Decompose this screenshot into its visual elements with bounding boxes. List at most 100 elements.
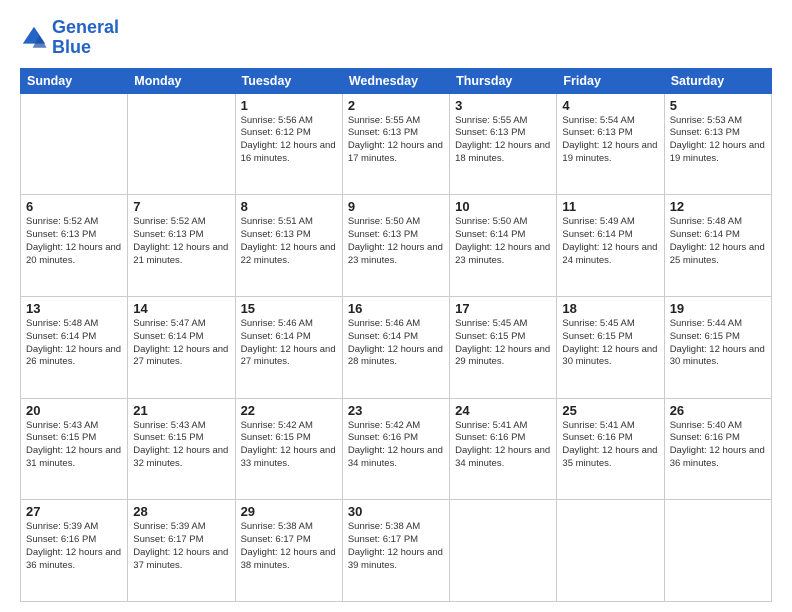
logo-text: General Blue: [52, 18, 119, 58]
day-info: Sunrise: 5:48 AMSunset: 6:14 PMDaylight:…: [26, 318, 122, 369]
day-number: 9: [348, 199, 444, 214]
day-info: Sunrise: 5:55 AMSunset: 6:13 PMDaylight:…: [348, 115, 444, 166]
calendar-cell: 19 Sunrise: 5:44 AMSunset: 6:15 PMDayligh…: [664, 296, 771, 398]
calendar-cell: 23Sunrise: 5:42 AMSunset: 6:16 PMDayligh…: [342, 398, 449, 500]
day-number: 10: [455, 199, 551, 214]
day-info: Sunrise: 5:50 AMSunset: 6:13 PMDaylight:…: [348, 216, 444, 267]
calendar-cell: 28 Sunrise: 5:39 AMSunset: 6:17 PMDayligh…: [128, 500, 235, 602]
calendar-header-sunday: Sunday: [21, 68, 128, 93]
calendar-table: SundayMondayTuesdayWednesdayThursdayFrid…: [20, 68, 772, 602]
calendar-week-3: 13Sunrise: 5:48 AMSunset: 6:14 PMDayligh…: [21, 296, 772, 398]
calendar-week-4: 20 Sunrise: 5:43 AMSunset: 6:15 PMDayligh…: [21, 398, 772, 500]
calendar-week-2: 6 Sunrise: 5:52 AMSunset: 6:13 PMDaylight…: [21, 195, 772, 297]
calendar-cell: 24 Sunrise: 5:41 AMSunset: 6:16 PMDayligh…: [450, 398, 557, 500]
day-number: 12: [670, 199, 766, 214]
header: General Blue: [20, 18, 772, 58]
calendar-cell: 14 Sunrise: 5:47 AMSunset: 6:14 PMDayligh…: [128, 296, 235, 398]
calendar-cell: 10 Sunrise: 5:50 AMSunset: 6:14 PMDayligh…: [450, 195, 557, 297]
calendar-cell: 30 Sunrise: 5:38 AMSunset: 6:17 PMDayligh…: [342, 500, 449, 602]
calendar-cell: 21 Sunrise: 5:43 AMSunset: 6:15 PMDayligh…: [128, 398, 235, 500]
day-number: 22: [241, 403, 337, 418]
logo: General Blue: [20, 18, 119, 58]
day-number: 16: [348, 301, 444, 316]
day-number: 21: [133, 403, 229, 418]
calendar-header-thursday: Thursday: [450, 68, 557, 93]
calendar-cell: 22 Sunrise: 5:42 AMSunset: 6:15 PMDayligh…: [235, 398, 342, 500]
day-number: 6: [26, 199, 122, 214]
day-info: Sunrise: 5:43 AMSunset: 6:15 PMDaylight:…: [26, 420, 122, 471]
day-number: 14: [133, 301, 229, 316]
calendar-cell: 18Sunrise: 5:45 AMSunset: 6:15 PMDayligh…: [557, 296, 664, 398]
calendar-header-friday: Friday: [557, 68, 664, 93]
calendar-header-row: SundayMondayTuesdayWednesdayThursdayFrid…: [21, 68, 772, 93]
day-number: 18: [562, 301, 658, 316]
calendar-cell: [450, 500, 557, 602]
calendar-cell: [128, 93, 235, 195]
calendar-cell: 9 Sunrise: 5:50 AMSunset: 6:13 PMDaylight…: [342, 195, 449, 297]
calendar-cell: 12 Sunrise: 5:48 AMSunset: 6:14 PMDayligh…: [664, 195, 771, 297]
day-number: 24: [455, 403, 551, 418]
calendar-cell: 13Sunrise: 5:48 AMSunset: 6:14 PMDayligh…: [21, 296, 128, 398]
calendar-header-tuesday: Tuesday: [235, 68, 342, 93]
day-number: 4: [562, 98, 658, 113]
day-info: Sunrise: 5:38 AMSunset: 6:17 PMDaylight:…: [241, 521, 337, 572]
day-number: 26: [670, 403, 766, 418]
day-number: 2: [348, 98, 444, 113]
day-number: 11: [562, 199, 658, 214]
day-info: Sunrise: 5:47 AMSunset: 6:14 PMDaylight:…: [133, 318, 229, 369]
calendar-cell: 15Sunrise: 5:46 AMSunset: 6:14 PMDayligh…: [235, 296, 342, 398]
calendar-cell: 26Sunrise: 5:40 AMSunset: 6:16 PMDayligh…: [664, 398, 771, 500]
day-number: 19: [670, 301, 766, 316]
calendar-cell: 27 Sunrise: 5:39 AMSunset: 6:16 PMDayligh…: [21, 500, 128, 602]
day-info: Sunrise: 5:42 AMSunset: 6:15 PMDaylight:…: [241, 420, 337, 471]
calendar-cell: 3 Sunrise: 5:55 AMSunset: 6:13 PMDaylight…: [450, 93, 557, 195]
calendar-cell: 7Sunrise: 5:52 AMSunset: 6:13 PMDaylight…: [128, 195, 235, 297]
day-info: Sunrise: 5:50 AMSunset: 6:14 PMDaylight:…: [455, 216, 551, 267]
calendar-cell: 17 Sunrise: 5:45 AMSunset: 6:15 PMDayligh…: [450, 296, 557, 398]
day-info: Sunrise: 5:45 AMSunset: 6:15 PMDaylight:…: [455, 318, 551, 369]
calendar-cell: 2 Sunrise: 5:55 AMSunset: 6:13 PMDaylight…: [342, 93, 449, 195]
day-number: 20: [26, 403, 122, 418]
calendar-cell: 1 Sunrise: 5:56 AMSunset: 6:12 PMDaylight…: [235, 93, 342, 195]
day-info: Sunrise: 5:46 AMSunset: 6:14 PMDaylight:…: [348, 318, 444, 369]
day-number: 27: [26, 504, 122, 519]
calendar-header-wednesday: Wednesday: [342, 68, 449, 93]
calendar-cell: 11 Sunrise: 5:49 AMSunset: 6:14 PMDayligh…: [557, 195, 664, 297]
day-info: Sunrise: 5:55 AMSunset: 6:13 PMDaylight:…: [455, 115, 551, 166]
calendar-cell: [21, 93, 128, 195]
calendar-cell: 6 Sunrise: 5:52 AMSunset: 6:13 PMDaylight…: [21, 195, 128, 297]
day-info: Sunrise: 5:56 AMSunset: 6:12 PMDaylight:…: [241, 115, 337, 166]
calendar-cell: 4Sunrise: 5:54 AMSunset: 6:13 PMDaylight…: [557, 93, 664, 195]
day-info: Sunrise: 5:44 AMSunset: 6:15 PMDaylight:…: [670, 318, 766, 369]
day-info: Sunrise: 5:48 AMSunset: 6:14 PMDaylight:…: [670, 216, 766, 267]
day-number: 8: [241, 199, 337, 214]
day-info: Sunrise: 5:39 AMSunset: 6:17 PMDaylight:…: [133, 521, 229, 572]
day-info: Sunrise: 5:41 AMSunset: 6:16 PMDaylight:…: [455, 420, 551, 471]
page: General Blue SundayMondayTuesdayWednesda…: [0, 0, 792, 612]
calendar-cell: 29Sunrise: 5:38 AMSunset: 6:17 PMDayligh…: [235, 500, 342, 602]
calendar-cell: 25 Sunrise: 5:41 AMSunset: 6:16 PMDayligh…: [557, 398, 664, 500]
calendar-week-1: 1 Sunrise: 5:56 AMSunset: 6:12 PMDaylight…: [21, 93, 772, 195]
calendar-cell: 8 Sunrise: 5:51 AMSunset: 6:13 PMDaylight…: [235, 195, 342, 297]
day-number: 28: [133, 504, 229, 519]
day-info: Sunrise: 5:41 AMSunset: 6:16 PMDaylight:…: [562, 420, 658, 471]
day-number: 17: [455, 301, 551, 316]
day-number: 1: [241, 98, 337, 113]
day-info: Sunrise: 5:49 AMSunset: 6:14 PMDaylight:…: [562, 216, 658, 267]
day-info: Sunrise: 5:42 AMSunset: 6:16 PMDaylight:…: [348, 420, 444, 471]
day-info: Sunrise: 5:38 AMSunset: 6:17 PMDaylight:…: [348, 521, 444, 572]
day-info: Sunrise: 5:43 AMSunset: 6:15 PMDaylight:…: [133, 420, 229, 471]
day-number: 5: [670, 98, 766, 113]
calendar-week-5: 27 Sunrise: 5:39 AMSunset: 6:16 PMDayligh…: [21, 500, 772, 602]
day-info: Sunrise: 5:46 AMSunset: 6:14 PMDaylight:…: [241, 318, 337, 369]
calendar-cell: 5Sunrise: 5:53 AMSunset: 6:13 PMDaylight…: [664, 93, 771, 195]
day-info: Sunrise: 5:51 AMSunset: 6:13 PMDaylight:…: [241, 216, 337, 267]
calendar-cell: 16 Sunrise: 5:46 AMSunset: 6:14 PMDayligh…: [342, 296, 449, 398]
day-number: 30: [348, 504, 444, 519]
day-number: 3: [455, 98, 551, 113]
day-number: 25: [562, 403, 658, 418]
calendar-cell: [664, 500, 771, 602]
day-info: Sunrise: 5:52 AMSunset: 6:13 PMDaylight:…: [26, 216, 122, 267]
day-info: Sunrise: 5:39 AMSunset: 6:16 PMDaylight:…: [26, 521, 122, 572]
logo-icon: [20, 24, 48, 52]
